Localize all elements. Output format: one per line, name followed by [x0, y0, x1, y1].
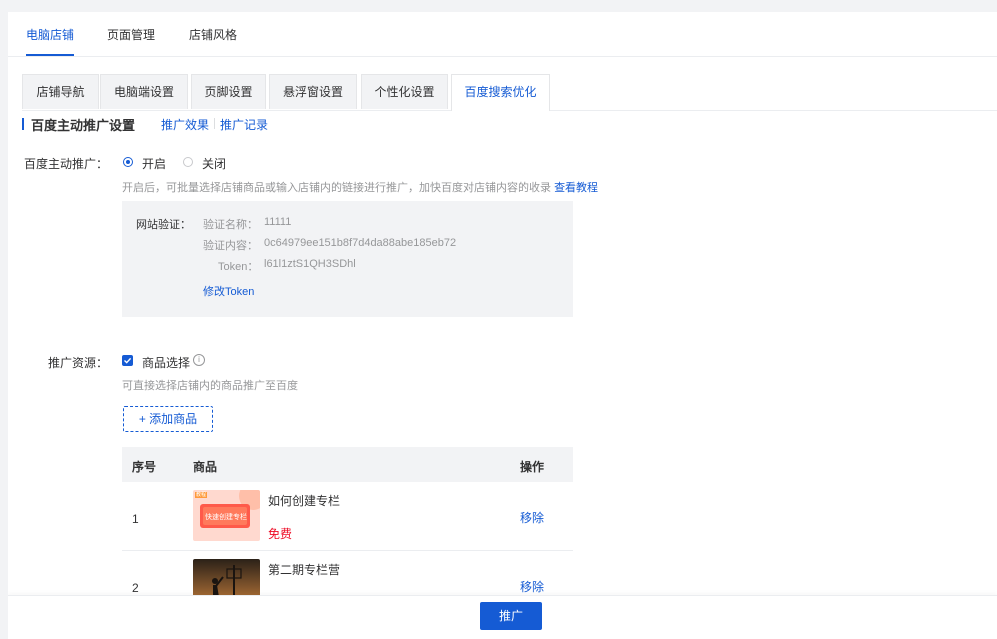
- radio-off-label[interactable]: 关闭: [202, 155, 226, 172]
- header-no: 序号: [132, 460, 157, 474]
- section-accent-bar: [22, 118, 24, 130]
- subtab-personalization[interactable]: 个性化设置: [361, 74, 448, 109]
- verify-token-label: Token：: [218, 261, 259, 273]
- promote-button[interactable]: 推广: [480, 602, 542, 630]
- radio-on[interactable]: [123, 157, 133, 167]
- tab-pc-store[interactable]: 电脑店铺: [26, 26, 75, 56]
- header-goods: 商品: [193, 460, 218, 474]
- promotion-effect-link[interactable]: 推广效果: [161, 116, 209, 133]
- modify-token-link[interactable]: 修改Token: [203, 283, 254, 299]
- subtab-pc-settings[interactable]: 电脑端设置: [100, 74, 188, 109]
- subtab-footer-settings[interactable]: 页脚设置: [191, 74, 266, 109]
- thumb-caption: 快速创建专栏: [205, 513, 247, 521]
- view-tutorial-link[interactable]: 查看教程: [554, 182, 598, 194]
- table-header: 序号 商品 操作: [122, 447, 573, 482]
- bottom-action-bar: 推广: [8, 595, 997, 639]
- section-title: 百度主动推广设置: [31, 118, 136, 133]
- verify-token-value: l61l1ztS1QH3SDhl: [264, 258, 356, 270]
- thumb-tag: 教程: [196, 492, 207, 498]
- subtab-baidu-seo[interactable]: 百度搜索优化: [451, 74, 550, 111]
- info-icon[interactable]: i: [193, 354, 205, 366]
- goods-thumbnail: 教程 快速创建专栏: [193, 490, 260, 541]
- radio-on-label[interactable]: 开启: [142, 155, 166, 172]
- radio-off[interactable]: [183, 157, 193, 167]
- verify-content-value: 0c64979ee151b8f7d4da88abe185eb72: [264, 237, 457, 249]
- top-tabs: 电脑店铺 页面管理 店铺风格: [8, 12, 997, 57]
- add-goods-button[interactable]: + 添加商品: [123, 406, 213, 432]
- subtab-store-nav[interactable]: 店铺导航: [22, 74, 99, 109]
- goods-name[interactable]: 如何创建专栏: [268, 492, 340, 509]
- row-no: 2: [132, 581, 139, 595]
- remove-link[interactable]: 移除: [520, 509, 544, 526]
- resource-help-text: 可直接选择店铺内的商品推广至百度: [122, 380, 298, 392]
- remove-link[interactable]: 移除: [520, 578, 544, 595]
- goods-select-checkbox[interactable]: [122, 355, 133, 366]
- sub-tabs: 店铺导航 电脑端设置 页脚设置 悬浮窗设置 个性化设置 百度搜索优化: [22, 74, 997, 111]
- header-action: 操作: [520, 460, 545, 474]
- tab-page-management[interactable]: 页面管理: [107, 26, 155, 56]
- table-row: 1 教程 快速创建专栏 如何创建专栏 免费 移除: [122, 482, 573, 551]
- promotion-help: 开启后，可批量选择店铺商品或输入店铺内的链接进行推广，加快百度对店铺内容的收录 …: [122, 179, 598, 195]
- goods-table: 序号 商品 操作 1 教程 快速创建专栏 如何创建专栏 免费 移除 2 第二期专…: [122, 447, 573, 607]
- verify-name-label: 验证名称：: [203, 219, 258, 231]
- page-container: 电脑店铺 页面管理 店铺风格 店铺导航 电脑端设置 页脚设置 悬浮窗设置 个性化…: [8, 12, 997, 639]
- resource-label: 推广资源：: [47, 356, 108, 370]
- verify-content-label: 验证内容：: [203, 240, 258, 252]
- promotion-help-text: 开启后，可批量选择店铺商品或输入店铺内的链接进行推广，加快百度对店铺内容的收录: [122, 182, 551, 194]
- goods-name[interactable]: 第二期专栏营: [268, 561, 340, 578]
- row-no: 1: [132, 512, 139, 526]
- link-divider: [214, 118, 215, 129]
- goods-select-label[interactable]: 商品选择: [142, 354, 190, 371]
- tab-store-style[interactable]: 店铺风格: [189, 26, 237, 56]
- goods-price: 免费: [268, 527, 293, 541]
- verify-name-value: 11111: [264, 216, 292, 228]
- site-verify-label: 网站验证：: [136, 219, 191, 231]
- promotion-records-link[interactable]: 推广记录: [220, 116, 268, 133]
- promotion-switch-label: 百度主动推广：: [23, 157, 108, 171]
- site-verify-box: 网站验证： 验证名称： 11111 验证内容： 0c64979ee151b8f7…: [122, 201, 573, 317]
- subtab-float-window[interactable]: 悬浮窗设置: [269, 74, 357, 109]
